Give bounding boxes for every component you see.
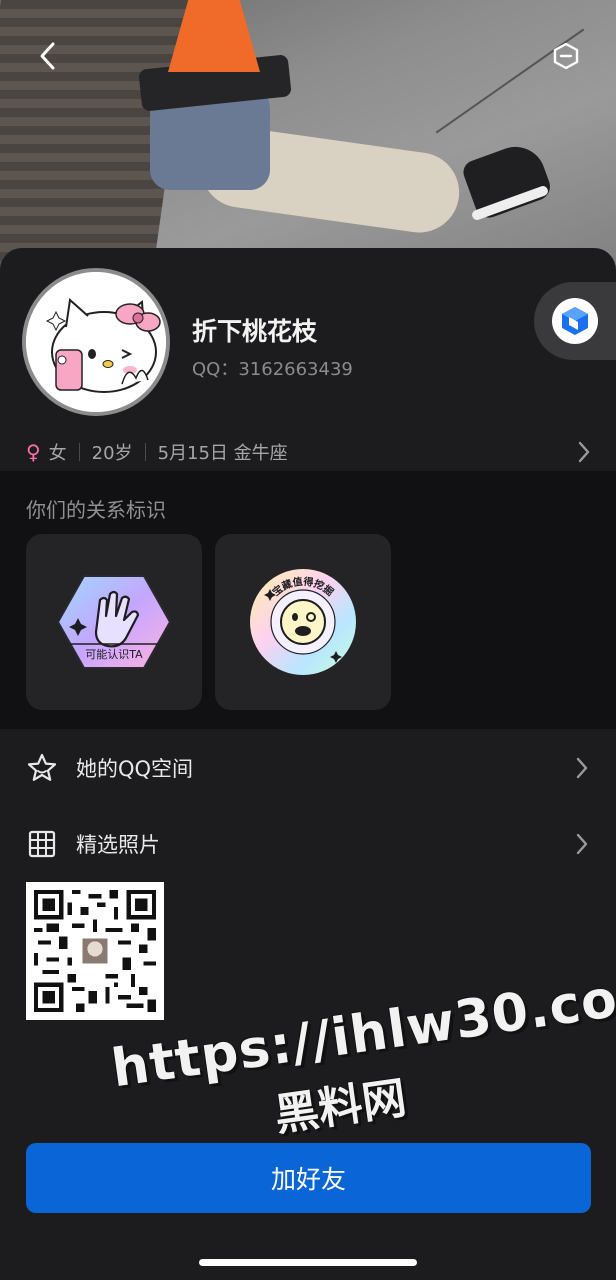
age-text: 20岁 xyxy=(91,443,133,464)
chevron-right-icon xyxy=(576,833,588,855)
waving-hand-badge-icon: 可能认识TA xyxy=(56,575,172,669)
badge-label: 可能认识TA xyxy=(85,647,143,661)
qr-code-icon xyxy=(34,890,156,1012)
more-button[interactable] xyxy=(544,34,588,78)
home-indicator[interactable] xyxy=(199,1259,417,1266)
chevron-right-icon xyxy=(576,757,588,779)
floating-action-button[interactable] xyxy=(534,282,616,360)
hexagon-menu-icon xyxy=(553,42,579,70)
profile-name: 折下桃花枝 xyxy=(192,317,318,346)
star-outline-icon xyxy=(27,753,57,781)
add-friend-button[interactable]: 加好友 xyxy=(26,1143,591,1213)
photos-label: 精选照片 xyxy=(76,833,160,857)
gender-text: 女 xyxy=(48,443,67,464)
profile-info-row[interactable]: ♀ 女 20岁 5月15日 金牛座 xyxy=(26,438,592,466)
chevron-right-icon xyxy=(578,441,590,463)
back-button[interactable] xyxy=(26,34,70,78)
grid-icon xyxy=(28,830,56,858)
qzone-label: 她的QQ空间 xyxy=(76,757,194,781)
avatar[interactable] xyxy=(22,268,170,416)
gender-icon: ♀ xyxy=(26,440,41,464)
qq-number: QQ：3162663439 xyxy=(192,359,353,380)
chevron-left-icon xyxy=(40,42,55,70)
relation-badge-card[interactable]: 可能认识TA xyxy=(26,534,202,710)
divider xyxy=(78,443,80,461)
relation-title: 你们的关系标识 xyxy=(26,498,166,522)
hello-kitty-avatar-icon xyxy=(26,272,166,412)
smiley-treasure-badge-icon: 宝藏值得挖掘 xyxy=(250,569,356,675)
qr-code xyxy=(26,882,164,1020)
qzone-row[interactable]: 她的QQ空间 xyxy=(0,738,616,798)
divider xyxy=(144,443,146,461)
photos-row[interactable]: 精选照片 xyxy=(0,814,616,874)
cube-app-icon xyxy=(562,307,588,335)
birthday-text: 5月15日 金牛座 xyxy=(157,443,288,464)
relation-badge-card[interactable]: 宝藏值得挖掘 xyxy=(215,534,391,710)
